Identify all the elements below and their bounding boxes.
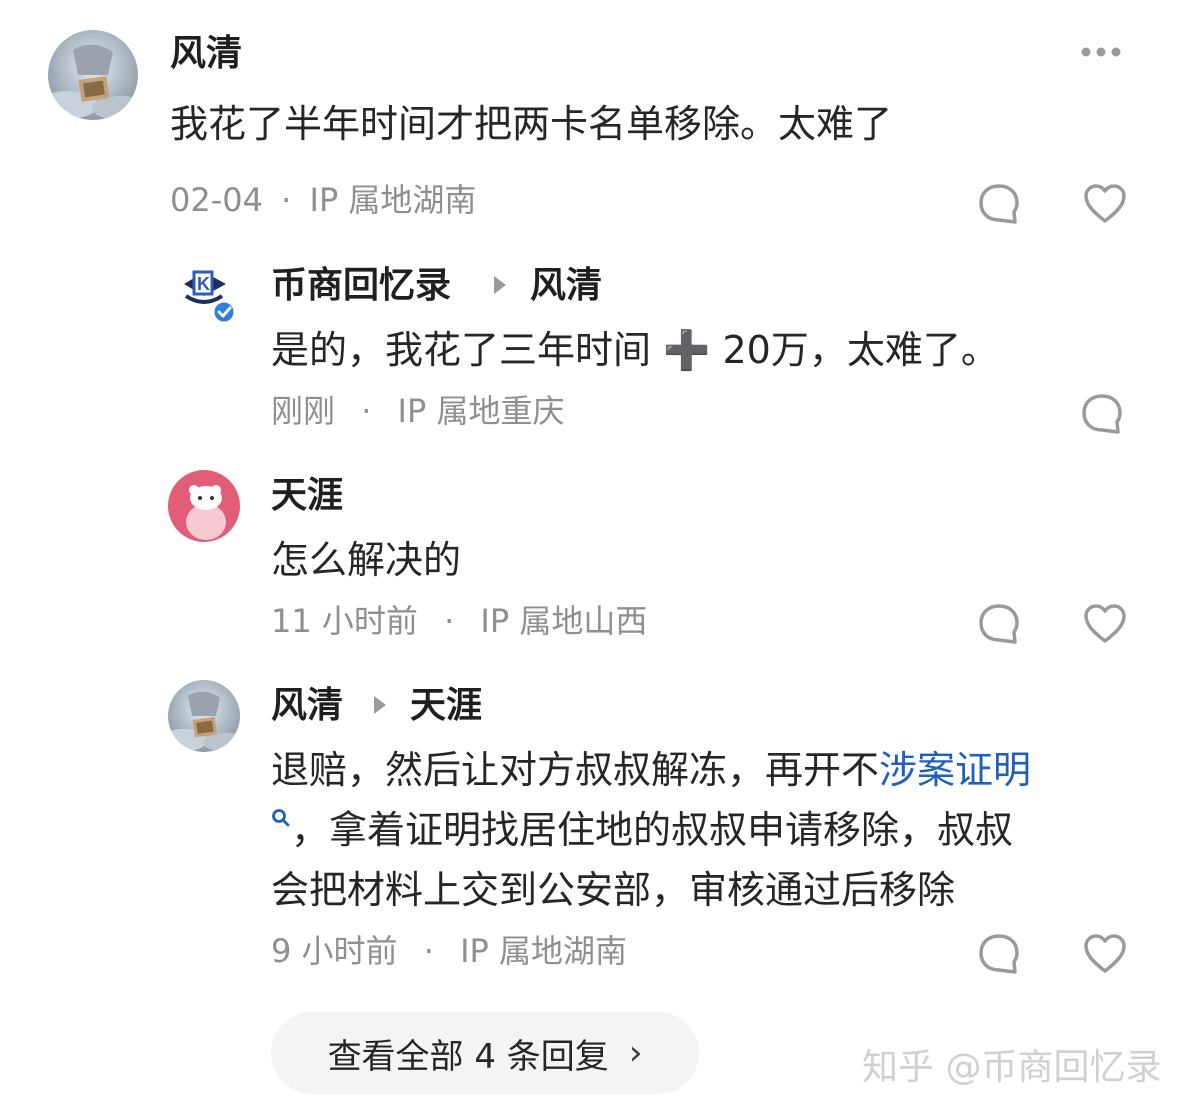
avatar-tianya[interactable] xyxy=(168,470,240,542)
comment-time: 9 小时前 xyxy=(271,932,398,970)
comment-time: 刚刚 xyxy=(271,392,336,430)
comment-author[interactable]: 币商回忆录 xyxy=(271,268,451,304)
reply-arrow-icon xyxy=(374,696,386,714)
comment-time: 02-04 xyxy=(170,181,263,219)
comment-text-line: 退赔，然后让对方叔叔解冻，再开不涉案证明 xyxy=(271,740,1031,800)
comment-location: IP 属地重庆 xyxy=(397,392,565,430)
like-heart-icon[interactable] xyxy=(1082,603,1128,645)
reply-to-author[interactable]: 风清 xyxy=(530,268,602,304)
reply-bubble-icon[interactable] xyxy=(977,182,1021,226)
comment-text: 是的，我花了三年时间 ➕ 20万，太难了。 xyxy=(271,328,999,372)
meta-separator: · xyxy=(444,602,455,640)
keyword-search-link[interactable]: 涉案证明 xyxy=(879,748,1031,792)
chevron-right-icon: › xyxy=(628,1033,643,1073)
comment-meta: 02-04 · IP 属地湖南 xyxy=(170,184,476,216)
comment-location: IP 属地湖南 xyxy=(460,932,627,970)
avatar-bishanghuiyilu[interactable]: K xyxy=(176,262,238,324)
more-options-icon[interactable] xyxy=(1080,42,1122,62)
comment-text: 怎么解决的 xyxy=(271,538,462,582)
reply-to-author[interactable]: 天涯 xyxy=(410,688,482,724)
comment-meta: 9 小时前 · IP 属地湖南 xyxy=(271,935,627,967)
meta-separator: · xyxy=(281,181,292,219)
reply-bubble-icon[interactable] xyxy=(1080,392,1124,436)
comment-text-line: ，拿着证明找居住地的叔叔申请移除，叔叔 xyxy=(271,800,1013,860)
comment-location: IP 属地湖南 xyxy=(309,181,477,219)
search-icon[interactable] xyxy=(271,808,291,832)
avatar-fengqing[interactable] xyxy=(168,680,240,752)
svg-text:K: K xyxy=(197,274,210,294)
comment-author[interactable]: 天涯 xyxy=(271,478,343,514)
comment-thread: 风清 我花了半年时间才把两卡名单移除。太难了 02-04 · IP 属地湖南 K… xyxy=(0,0,1179,1118)
meta-separator: · xyxy=(361,392,372,430)
view-all-replies-button[interactable]: 查看全部 4 条回复 › xyxy=(271,1012,699,1094)
comment-time: 11 小时前 xyxy=(271,602,418,640)
comment-text-segment: ，拿着证明找居住地的叔叔申请移除，叔叔 xyxy=(291,808,1014,852)
comment-text-line: 会把材料上交到公安部，审核通过后移除 xyxy=(271,868,956,912)
reply-bubble-icon[interactable] xyxy=(977,932,1021,976)
comment-text-segment: 退赔，然后让对方叔叔解冻，再开不 xyxy=(271,748,880,792)
view-all-replies-label: 查看全部 4 条回复 xyxy=(327,1036,609,1077)
meta-separator: · xyxy=(423,932,434,970)
reply-arrow-icon xyxy=(494,276,506,294)
like-heart-icon[interactable] xyxy=(1082,933,1128,975)
reply-bubble-icon[interactable] xyxy=(977,602,1021,646)
watermark: 知乎 @币商回忆录 xyxy=(862,1047,1162,1088)
comment-meta: 刚刚 · IP 属地重庆 xyxy=(271,395,564,427)
comment-author[interactable]: 风清 xyxy=(170,36,242,72)
like-heart-icon[interactable] xyxy=(1082,183,1128,225)
comment-location: IP 属地山西 xyxy=(480,602,648,640)
avatar-fengqing[interactable] xyxy=(48,30,138,120)
comment-meta: 11 小时前 · IP 属地山西 xyxy=(271,605,647,637)
comment-author[interactable]: 风清 xyxy=(271,688,343,724)
comment-text: 我花了半年时间才把两卡名单移除。太难了 xyxy=(170,102,893,146)
